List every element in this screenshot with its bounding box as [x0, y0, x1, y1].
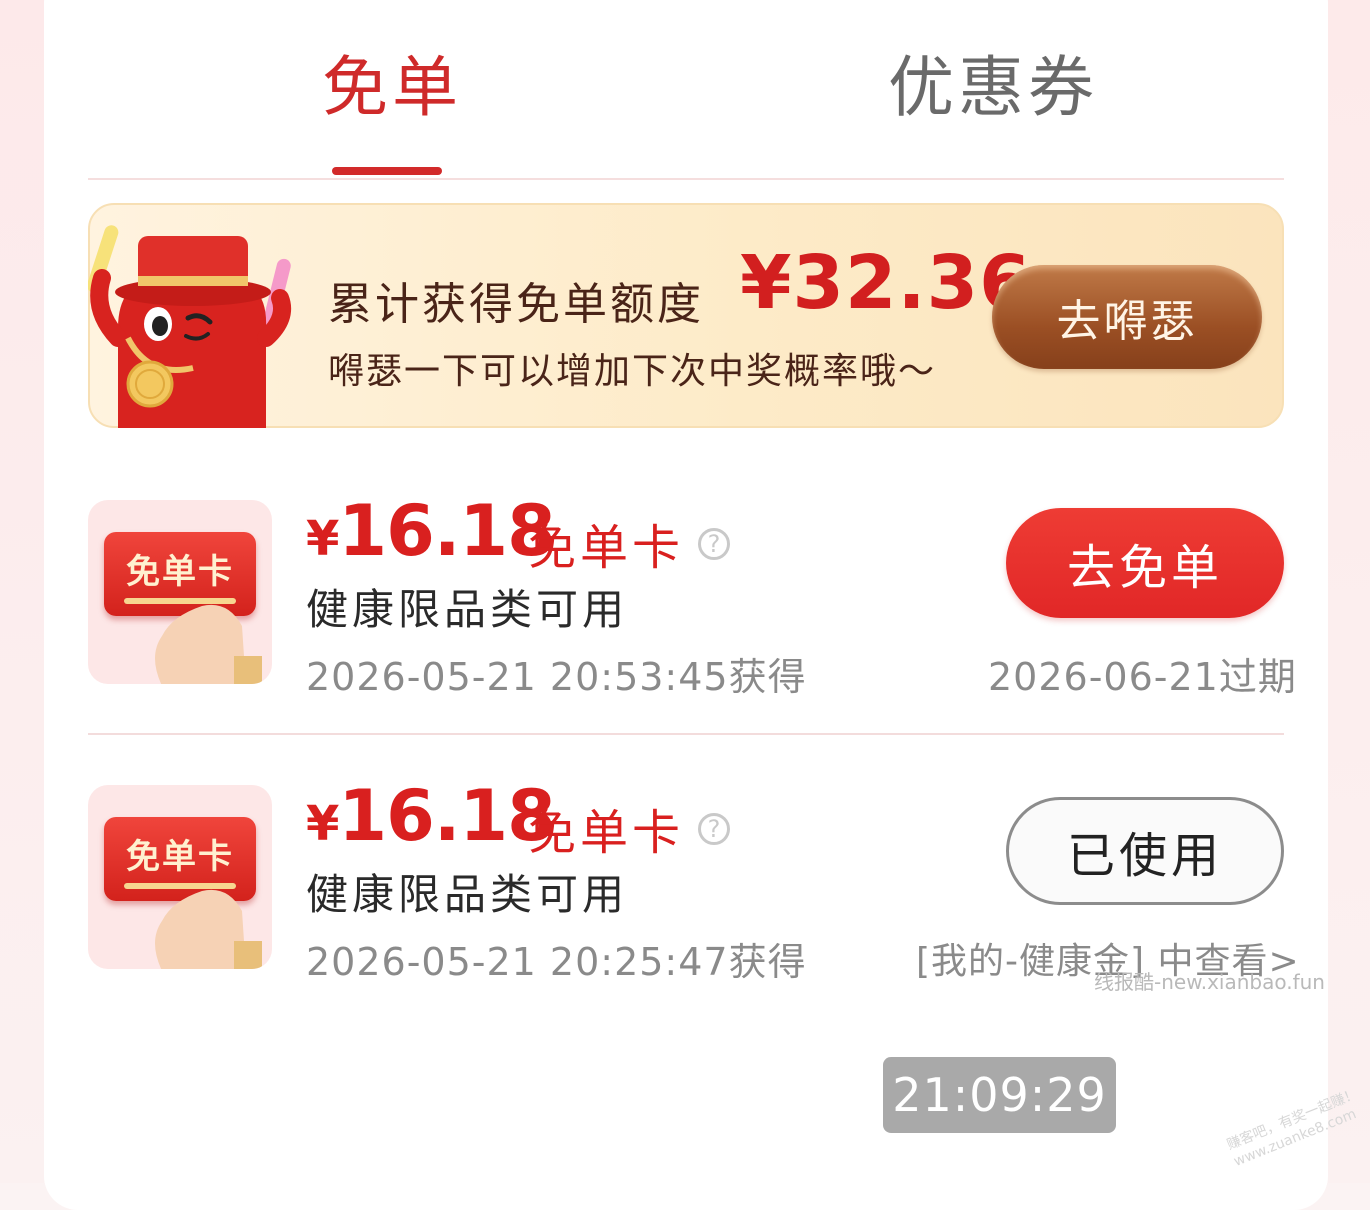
card-description: 健康限品类可用 [306, 870, 629, 919]
show-off-button[interactable]: 去嘚瑟 [992, 265, 1262, 369]
thumb-label: 免单卡 [126, 837, 234, 877]
hand-illustration [155, 605, 262, 684]
hand-illustration [155, 890, 262, 969]
price-value: 16.18 [338, 775, 555, 857]
price-symbol: ¥ [306, 511, 339, 567]
card-type-label: 免单卡 [528, 520, 685, 576]
obtained-time: 2026-05-21 20:25:47获得 [306, 940, 807, 984]
used-status-button: 已使用 [1006, 797, 1284, 905]
card-type-label: 免单卡 [528, 805, 685, 861]
page-background-left [0, 0, 44, 1183]
price-value: 16.18 [338, 490, 555, 572]
banner-subtitle: 嘚瑟一下可以增加下次中奖概率哦～ [328, 351, 937, 392]
tab-divider [88, 178, 1284, 180]
free-card-thumbnail: 免单卡 [88, 500, 272, 684]
free-card-thumbnail: 免单卡 [88, 785, 272, 969]
active-tab-indicator [332, 167, 442, 175]
page-background-right [1328, 0, 1370, 1183]
banner-amount: ¥32.36 [740, 240, 1032, 326]
card-price: ¥16.18 [306, 490, 556, 572]
help-circle-icon[interactable]: ? [698, 528, 730, 560]
help-circle-icon[interactable]: ? [698, 813, 730, 845]
thumb-card-underline [124, 883, 236, 889]
use-free-order-button[interactable]: 去免单 [1006, 508, 1284, 618]
thumb-label: 免单卡 [126, 552, 234, 592]
price-symbol: ¥ [306, 796, 339, 852]
row-divider [88, 733, 1284, 735]
banner-title: 累计获得免单额度 [328, 279, 704, 330]
watermark: 线报酷-new.xianbao.fun [1094, 970, 1325, 994]
card-price: ¥16.18 [306, 775, 556, 857]
time-overlay: 21:09:29 [883, 1057, 1116, 1133]
thumb-card-underline [124, 598, 236, 604]
expire-time: 2026-06-21过期 [988, 655, 1297, 699]
tab-free-order[interactable]: 免单 [322, 48, 462, 128]
mascot-illustration [88, 225, 292, 428]
obtained-time: 2026-05-21 20:53:45获得 [306, 655, 807, 699]
tab-coupon[interactable]: 优惠券 [888, 48, 1098, 128]
card-description: 健康限品类可用 [306, 585, 629, 634]
